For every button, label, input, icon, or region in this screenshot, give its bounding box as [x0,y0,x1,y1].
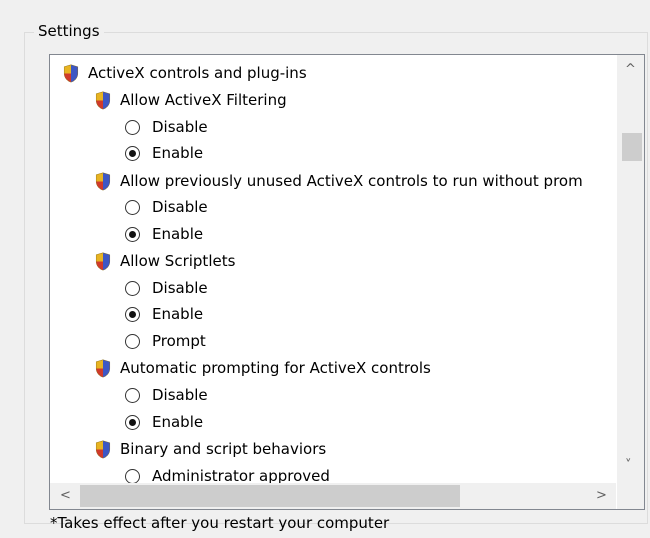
radio-label: Disable [152,386,208,404]
radio-scriptlets-prompt[interactable]: Prompt [125,328,206,354]
radio-label: Disable [152,279,208,297]
settings-group-label: Settings [34,22,104,40]
vertical-scroll-thumb[interactable] [622,133,642,161]
setting-binary-script-behaviors[interactable]: Binary and script behaviors [94,436,326,462]
setting-title: Allow Scriptlets [120,252,236,270]
radio-scriptlets-disable[interactable]: Disable [125,275,208,301]
radio-auto-prompting-disable[interactable]: Disable [125,382,208,408]
setting-allow-scriptlets[interactable]: Allow Scriptlets [94,248,235,274]
scroll-right-arrow-icon[interactable]: > [596,489,607,502]
category-activex[interactable]: ActiveX controls and plug-ins [62,60,307,86]
radio-previously-unused-enable[interactable]: Enable [125,221,203,247]
shield-icon [94,91,112,110]
scroll-left-arrow-icon[interactable]: < [60,489,71,502]
radio-button[interactable] [125,387,140,403]
radio-label: Prompt [152,332,206,350]
radio-button-selected[interactable] [125,226,140,242]
shield-icon [94,440,112,459]
radio-button-selected[interactable] [125,145,140,161]
setting-allow-activex-filtering[interactable]: Allow ActiveX Filtering [94,87,287,113]
vertical-scrollbar[interactable]: ^ ˅ [617,55,644,483]
settings-tree[interactable]: ActiveX controls and plug-ins Allow Acti… [49,54,645,510]
scroll-up-arrow-icon[interactable]: ^ [625,63,636,76]
radio-auto-prompting-enable[interactable]: Enable [125,409,203,435]
radio-activex-filtering-enable[interactable]: Enable [125,140,203,166]
radio-label: Disable [152,118,208,136]
scroll-down-arrow-icon[interactable]: ˅ [625,459,632,472]
radio-previously-unused-disable[interactable]: Disable [125,194,208,220]
setting-title: Binary and script behaviors [120,440,327,458]
radio-button[interactable] [125,199,140,215]
settings-tree-content: ActiveX controls and plug-ins Allow Acti… [50,55,616,483]
radio-label: Enable [152,305,204,323]
radio-button[interactable] [125,119,140,135]
setting-title: Allow ActiveX Filtering [120,91,287,109]
restart-note: *Takes effect after you restart your com… [50,514,390,532]
radio-button[interactable] [125,333,140,349]
scrollbar-corner [617,483,644,509]
setting-title: Automatic prompting for ActiveX controls [120,359,431,377]
radio-button[interactable] [125,280,140,296]
shield-icon [94,252,112,271]
radio-label: Disable [152,198,208,216]
radio-activex-filtering-disable[interactable]: Disable [125,114,208,140]
setting-title: Allow previously unused ActiveX controls… [120,172,583,190]
shield-icon [62,64,80,83]
shield-icon [94,359,112,378]
horizontal-scroll-thumb[interactable] [80,485,460,507]
radio-label: Enable [152,413,204,431]
setting-allow-previously-unused-activex[interactable]: Allow previously unused ActiveX controls… [94,168,583,194]
radio-button-selected[interactable] [125,414,140,430]
category-label: ActiveX controls and plug-ins [88,64,307,82]
radio-label: Administrator approved [152,467,330,483]
radio-label: Enable [152,225,204,243]
setting-automatic-prompting-activex[interactable]: Automatic prompting for ActiveX controls [94,355,431,381]
radio-label: Enable [152,144,204,162]
shield-icon [94,172,112,191]
radio-binary-admin-approved[interactable]: Administrator approved [125,463,330,483]
radio-scriptlets-enable[interactable]: Enable [125,301,203,327]
horizontal-scrollbar[interactable]: < > [50,483,616,509]
radio-button-selected[interactable] [125,306,140,322]
radio-button[interactable] [125,468,140,483]
